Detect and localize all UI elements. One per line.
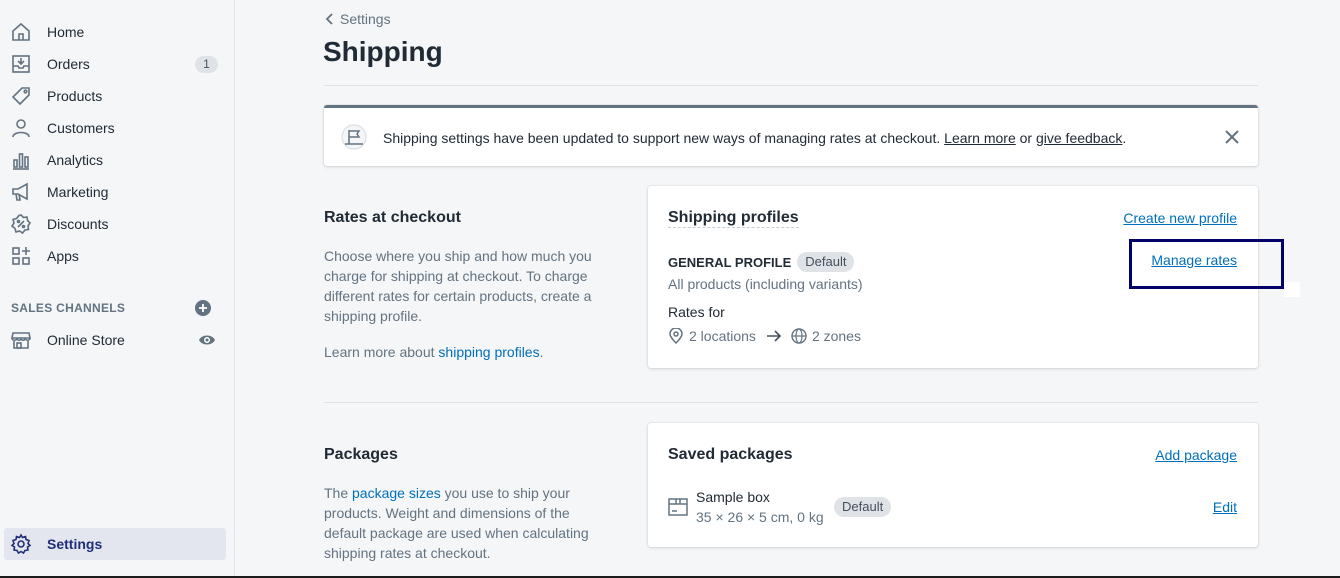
section-divider [324, 402, 1258, 403]
rates-description-text: Choose where you ship and how much you c… [324, 248, 592, 324]
sidebar: Home Orders 1 Products Customers Analyti… [0, 0, 235, 576]
breadcrumb[interactable]: Settings [324, 11, 391, 27]
packages-desc-prefix: The [324, 485, 349, 501]
sidebar-item-customers[interactable]: Customers [4, 112, 226, 144]
package-sizes-link[interactable]: package sizes [352, 485, 441, 501]
arrow-right-icon [766, 330, 782, 342]
bar-chart-icon [10, 149, 32, 171]
learn-more-link[interactable]: Learn more [944, 130, 1016, 146]
globe-icon [791, 328, 807, 344]
saved-packages-card: Saved packages Add package Sample box 35… [648, 423, 1258, 547]
sidebar-item-label: Customers [47, 120, 115, 136]
rates-section-description: Choose where you ship and how much you c… [324, 246, 614, 326]
saved-packages-title: Saved packages [668, 446, 793, 463]
edit-package-link[interactable]: Edit [1213, 499, 1237, 515]
sidebar-item-label: Orders [47, 56, 90, 72]
profile-description: All products (including variants) [668, 276, 863, 292]
shipping-profiles-title: Shipping profiles [668, 209, 799, 228]
highlight-box [1129, 239, 1284, 289]
tag-icon [10, 85, 32, 107]
sidebar-item-online-store[interactable]: Online Store [4, 324, 226, 356]
packages-section-description: The package sizes you use to ship your p… [324, 483, 614, 563]
discount-icon [10, 213, 32, 235]
give-feedback-link[interactable]: give feedback [1036, 130, 1122, 146]
sidebar-item-discounts[interactable]: Discounts [4, 208, 226, 240]
sidebar-item-home[interactable]: Home [4, 16, 226, 48]
rates-for-label: Rates for [668, 304, 725, 320]
learn-suffix: . [539, 344, 544, 360]
sidebar-item-analytics[interactable]: Analytics [4, 144, 226, 176]
sidebar-item-label: Settings [47, 536, 103, 552]
sales-channels-title: SALES CHANNELS [11, 301, 126, 315]
sidebar-item-orders[interactable]: Orders 1 [4, 48, 226, 80]
rates-summary: 2 locations 2 zones [668, 328, 861, 344]
orders-icon [10, 53, 32, 75]
gear-icon [10, 533, 32, 555]
sidebar-item-label: Home [47, 24, 85, 40]
breadcrumb-label: Settings [340, 11, 391, 27]
package-dimensions: 35 × 26 × 5 cm, 0 kg [696, 509, 824, 525]
shipping-profiles-title-text[interactable]: Shipping profiles [668, 209, 799, 228]
sidebar-item-marketing[interactable]: Marketing [4, 176, 226, 208]
eye-icon[interactable] [198, 333, 216, 347]
locations-count: 2 locations [689, 328, 756, 344]
sidebar-item-label: Analytics [47, 152, 104, 168]
learn-prefix: Learn more about [324, 344, 435, 360]
profile-header: GENERAL PROFILE Default [668, 252, 855, 272]
add-channel-icon[interactable] [194, 299, 212, 317]
close-icon[interactable] [1224, 129, 1240, 145]
create-new-profile-link[interactable]: Create new profile [1123, 210, 1237, 226]
sidebar-item-apps[interactable]: Apps [4, 240, 226, 272]
rates-section-title: Rates at checkout [324, 209, 461, 226]
store-icon [10, 329, 32, 351]
shipping-profiles-link[interactable]: shipping profiles [438, 344, 539, 360]
title-divider [324, 85, 1258, 86]
packages-section-title: Packages [324, 446, 398, 463]
person-icon [10, 117, 32, 139]
home-icon [10, 21, 32, 43]
banner-text: Shipping settings have been updated to s… [383, 130, 1126, 146]
banner-period: . [1122, 130, 1127, 146]
sidebar-item-label: Products [47, 88, 103, 104]
sidebar-item-label: Online Store [47, 332, 125, 348]
flag-icon [341, 124, 367, 150]
highlight-notch [1284, 282, 1300, 297]
orders-count-badge: 1 [195, 56, 218, 73]
sidebar-item-settings[interactable]: Settings [4, 528, 226, 560]
sidebar-item-label: Discounts [47, 216, 109, 232]
page-title: Shipping [323, 36, 443, 67]
package-default-badge: Default [834, 497, 892, 517]
location-pin-icon [669, 328, 683, 344]
sidebar-item-products[interactable]: Products [4, 80, 226, 112]
chevron-left-icon [325, 13, 333, 25]
banner-or: or [1019, 130, 1033, 146]
rates-learn-more: Learn more about shipping profiles. [324, 342, 614, 362]
default-badge: Default [797, 252, 855, 272]
sidebar-item-label: Marketing [47, 184, 109, 200]
package-name: Sample box [696, 489, 770, 505]
profile-name: GENERAL PROFILE [668, 254, 792, 270]
info-banner: Shipping settings have been updated to s… [324, 105, 1258, 166]
apps-icon [10, 245, 32, 267]
zones-count: 2 zones [811, 328, 861, 344]
sidebar-item-label: Apps [47, 248, 79, 264]
package-box-icon [668, 498, 688, 516]
add-package-link[interactable]: Add package [1155, 447, 1237, 463]
megaphone-icon [10, 181, 32, 203]
banner-message: Shipping settings have been updated to s… [383, 130, 941, 146]
